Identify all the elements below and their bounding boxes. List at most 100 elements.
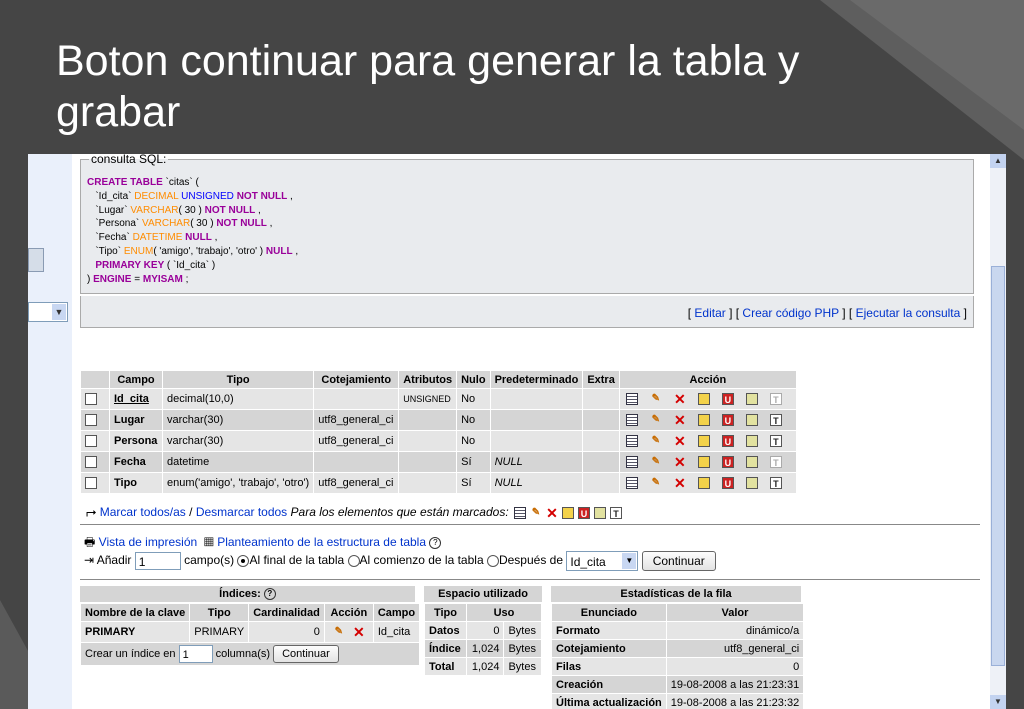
uncheck-all-link[interactable]: Desmarcar todos [196,505,287,519]
primary-key-icon[interactable] [697,393,710,406]
create-index-label: Crear un índice en [85,647,176,660]
fulltext-selected-icon[interactable]: T [610,506,622,519]
after-field-select[interactable]: Id_cita ▼ [566,551,639,571]
sql-links: [ Editar ] [ Crear código PHP ] [ Ejecut… [80,296,974,328]
drop-icon[interactable]: ✕ [353,625,365,639]
vertical-scrollbar[interactable]: ▲ ▼ [990,154,1006,709]
scrollbar-thumb[interactable] [991,266,1005,666]
fulltext-icon[interactable]: T [769,477,782,490]
create-index-count-input[interactable]: 1 [178,645,213,663]
primary-key-icon[interactable] [697,414,710,427]
row-checkbox[interactable] [85,414,97,427]
stat-label: Cotejamiento [552,640,666,657]
row-select-cell [81,410,109,430]
row-actions: ✎ ✕ U T [619,452,796,472]
cell-atributos: UNSIGNED [399,389,457,409]
space-caption: Espacio utilizado [424,586,542,602]
column-header: Atributos [399,371,457,388]
unique-icon[interactable]: U [721,414,734,427]
after-field-value: Id_cita [570,555,606,569]
space-unit: Bytes [504,658,541,675]
edit-icon[interactable]: ✎ [650,435,662,447]
drop-selected-icon[interactable]: ✕ [546,506,558,520]
index-selected-icon[interactable] [594,506,606,519]
space-usage-panel: Espacio utilizado Tipo Uso Datos 0 Bytes Ín… [424,586,542,676]
cell-nulo: Sí [457,452,490,472]
sql-token: ( 30 ) [178,204,205,216]
unique-icon[interactable]: U [721,477,734,490]
bracket-sep: ] [ [838,306,856,320]
drop-icon[interactable]: ✕ [674,413,686,427]
column-header: Predeterminado [490,371,583,388]
index-icon[interactable] [745,456,758,469]
cell-nulo: Sí [457,473,490,493]
drop-icon[interactable]: ✕ [674,476,686,490]
row-checkbox[interactable] [85,435,97,448]
after-field-radio[interactable] [486,555,499,567]
database-select[interactable]: ▼ [28,302,68,322]
run-query-link[interactable]: Ejecutar la consulta [856,306,961,320]
at-end-radio[interactable] [237,555,250,567]
fields-label: campo(s) [184,553,235,568]
cell-atributos [399,410,457,430]
browse-icon[interactable] [625,477,638,490]
fulltext-icon[interactable]: T [769,435,782,448]
index-icon[interactable] [745,414,758,427]
unique-icon[interactable]: U [721,393,734,406]
row-checkbox[interactable] [85,393,97,406]
print-view-link[interactable]: Vista de impresión [99,535,198,549]
row-checkbox[interactable] [85,456,97,469]
row-checkbox[interactable] [85,477,97,490]
browse-icon[interactable] [625,435,638,448]
fulltext-icon[interactable]: T [769,393,782,406]
sql-token: `Id_cita` [87,190,135,202]
drop-icon[interactable]: ✕ [674,434,686,448]
create-index-continue-button[interactable]: Continuar [273,645,339,663]
stat-label: Filas [552,658,666,675]
edit-icon[interactable]: ✎ [650,477,662,489]
index-icon[interactable] [745,435,758,448]
query-window-icon[interactable] [28,248,44,272]
unique-icon[interactable]: U [721,435,734,448]
scroll-up-icon[interactable]: ▲ [990,154,1006,168]
primary-selected-icon[interactable] [562,506,574,519]
sql-token: ( `Id_cita` ) [166,259,216,271]
main-frame: consulta SQL: CREATE TABLE `citas` ( `Id… [72,154,990,709]
primary-key-icon[interactable] [697,456,710,469]
browse-icon[interactable] [625,456,638,469]
browse-icon[interactable] [625,414,638,427]
sql-line: `Lugar` VARCHAR( 30 ) NOT NULL , [87,204,298,218]
edit-icon[interactable]: ✎ [650,414,662,426]
space-table: Tipo Uso Datos 0 Bytes Índice 1,024 Bytes Tota… [424,603,542,676]
index-icon[interactable] [745,393,758,406]
primary-key-icon[interactable] [697,435,710,448]
create-php-code-link[interactable]: Crear código PHP [742,306,839,320]
propose-structure-link[interactable]: Planteamiento de la estructura de tabla [217,535,426,549]
scroll-down-icon[interactable]: ▼ [990,695,1006,709]
edit-selected-icon[interactable]: ✎ [530,507,542,519]
index-icon[interactable] [745,477,758,490]
edit-icon[interactable]: ✎ [650,393,662,405]
drop-icon[interactable]: ✕ [674,392,686,406]
edit-link[interactable]: Editar [694,306,725,320]
browse-selected-icon[interactable] [514,506,526,519]
continue-button[interactable]: Continuar [641,551,716,571]
help-icon[interactable]: ? [263,588,276,601]
check-all-link[interactable]: Marcar todos/as [100,505,186,519]
edit-icon[interactable]: ✎ [333,626,345,638]
fulltext-icon[interactable]: T [769,414,782,427]
fulltext-icon[interactable]: T [769,456,782,469]
at-beginning-radio[interactable] [347,555,360,567]
help-icon[interactable]: ? [429,536,442,549]
sql-token: `Tipo` [87,245,124,257]
row-stats-caption: Estadísticas de la fila [551,586,801,602]
primary-key-icon[interactable] [697,477,710,490]
drop-icon[interactable]: ✕ [674,455,686,469]
unique-icon[interactable]: U [721,456,734,469]
unique-selected-icon[interactable]: U [578,506,590,519]
add-count-input[interactable]: 1 [134,552,181,570]
edit-icon[interactable]: ✎ [650,456,662,468]
cell-atributos [399,431,457,451]
cell-campo: Fecha [110,452,162,472]
browse-icon[interactable] [625,393,638,406]
